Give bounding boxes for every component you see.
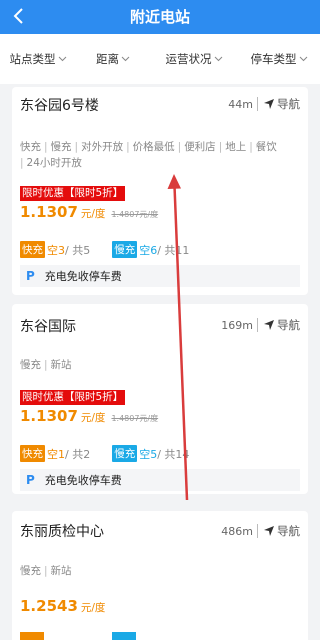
price-row: 1.1307 元/度 1.4807元/度	[20, 203, 158, 221]
tag: 地上	[225, 141, 247, 153]
price-unit: 元/度	[80, 602, 106, 614]
price-value: 1.1307	[20, 203, 78, 221]
fast-label: 快充	[20, 445, 45, 462]
tag: 餐饮	[255, 141, 277, 153]
station-name: 东丽质检中心	[20, 524, 104, 540]
fast-total: / 共5	[65, 243, 91, 257]
tag: 新站	[50, 565, 72, 577]
chevron-down-icon	[121, 56, 130, 62]
tag: 慢充	[50, 141, 72, 153]
price-unit: 元/度	[80, 412, 106, 424]
tag: 新站	[50, 359, 72, 371]
parking-text: 充电免收停车费	[44, 270, 122, 283]
parking-info: P 充电免收停车费	[20, 469, 300, 491]
tag: 价格最低	[132, 141, 175, 153]
navigation-arrow-icon	[264, 320, 274, 330]
station-tags: 慢充 | 新站	[20, 359, 72, 371]
slow-label: 慢充	[112, 241, 138, 258]
price-value: 1.1307	[20, 407, 78, 425]
fast-charger: 快充 空3 / 共5	[20, 241, 90, 258]
charger-availability: 快充 空3 / 共5 慢充 空6 / 共11	[20, 241, 211, 258]
filter-parking-type[interactable]: 停车类型	[238, 51, 320, 67]
chevron-down-icon	[299, 56, 307, 62]
price-unit: 元/度	[80, 208, 106, 220]
station-name: 东谷园6号楼	[20, 98, 99, 114]
parking-icon: P	[26, 269, 35, 283]
slow-total: / 共14	[157, 447, 190, 461]
tag: 24小时开放	[26, 157, 82, 169]
navigate-label: 导航	[277, 97, 300, 111]
station-name: 东谷国际	[20, 319, 76, 335]
tag: 便利店	[184, 141, 216, 153]
fast-free: 空1	[47, 447, 65, 461]
distance-nav[interactable]: 44m 导航	[228, 96, 300, 112]
station-tags: 慢充 | 新站	[20, 565, 72, 577]
station-tags: 快充 | 慢充 | 对外开放 | 价格最低 | 便利店 | 地上 | 餐饮 | 24小时开放	[20, 141, 277, 169]
parking-info: P 充电免收停车费	[20, 265, 300, 287]
promo-badge: 限时优惠【限时5折】	[20, 390, 126, 405]
divider	[257, 524, 258, 538]
navigate-label: 导航	[277, 318, 300, 332]
tag: 慢充	[20, 565, 41, 577]
charger-availability: 快充 空1 / 共2 慢充 空5 / 共14	[20, 445, 211, 462]
filter-distance[interactable]: 距离	[76, 51, 150, 67]
tag: 对外开放	[81, 141, 124, 153]
filter-label: 停车类型	[250, 52, 297, 66]
filter-bar: 站点类型 距离 运营状况 停车类型	[0, 34, 320, 84]
filter-label: 运营状况	[165, 52, 212, 66]
slow-free: 空5	[139, 447, 158, 461]
fast-label: 快充	[20, 241, 45, 258]
slow-charger: 慢充 空6 / 共11	[112, 241, 189, 258]
tag: 慢充	[20, 359, 41, 371]
navigate-label: 导航	[277, 524, 300, 538]
filter-label: 距离	[96, 52, 119, 66]
distance-value: 169m	[221, 318, 253, 332]
promo-badge: 限时优惠【限时5折】	[20, 186, 126, 201]
distance-value: 44m	[228, 97, 253, 111]
fast-free: 空3	[47, 243, 65, 257]
slow-free: 空6	[139, 243, 158, 257]
chevron-down-icon	[214, 56, 222, 62]
price-row: 1.2543 元/度	[20, 597, 105, 615]
parking-text: 充电免收停车费	[44, 474, 122, 487]
original-price: 1.4807元/度	[111, 414, 159, 423]
station-card[interactable]: 东丽质检中心 486m 导航 慢充 | 新站 1.2543 元/度	[12, 511, 308, 640]
station-card[interactable]: 东谷国际 169m 导航 慢充 | 新站 限时优惠【限时5折】 1.1307 元/度…	[12, 304, 308, 494]
distance-nav[interactable]: 169m 导航	[221, 317, 300, 333]
page-title: 附近电站	[129, 8, 190, 26]
chevron-down-icon	[58, 56, 66, 62]
price-value: 1.2543	[20, 597, 78, 615]
tag: 快充	[20, 141, 41, 153]
navigation-arrow-icon	[264, 99, 274, 109]
slow-label-partial	[112, 632, 136, 640]
fast-charger: 快充 空1 / 共2	[20, 445, 90, 462]
parking-icon: P	[26, 473, 35, 487]
fast-total: / 共2	[65, 447, 91, 461]
divider	[257, 318, 258, 332]
slow-label: 慢充	[112, 445, 138, 462]
distance-nav[interactable]: 486m 导航	[221, 523, 300, 539]
filter-operating-status[interactable]: 运营状况	[150, 51, 238, 67]
station-card[interactable]: 东谷园6号楼 44m 导航 快充 | 慢充 | 对外开放 | 价格最低 | 便利店 | 地上 | 餐饮 |…	[12, 87, 308, 295]
original-price: 1.4807元/度	[111, 210, 159, 219]
divider	[257, 97, 258, 111]
slow-charger: 慢充 空5 / 共14	[112, 445, 189, 462]
filter-station-type[interactable]: 站点类型	[0, 51, 76, 67]
filter-label: 站点类型	[9, 52, 56, 66]
navigation-arrow-icon	[264, 526, 274, 536]
distance-value: 486m	[221, 524, 253, 538]
slow-total: / 共11	[157, 243, 190, 257]
price-row: 1.1307 元/度 1.4807元/度	[20, 407, 158, 425]
top-bar: 附近电站	[0, 0, 320, 34]
fast-label-partial	[20, 632, 44, 640]
